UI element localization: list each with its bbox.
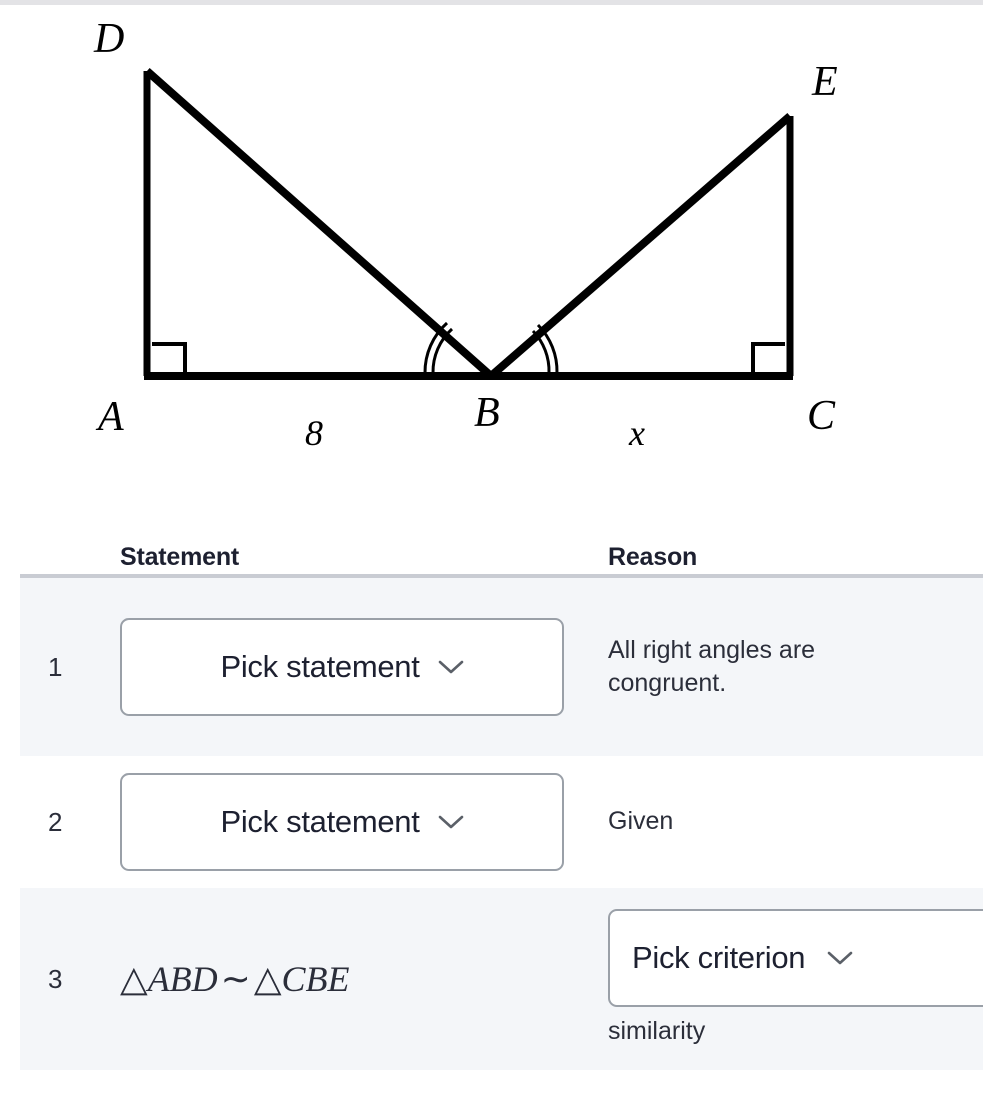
chevron-down-icon — [438, 814, 464, 830]
vertex-label-D: D — [93, 16, 124, 62]
pick-statement-dropdown-1-label: Pick statement — [220, 649, 420, 684]
reason-line: Given — [608, 807, 674, 836]
header-cell-statement: Statement — [120, 543, 240, 571]
geometry-figure: D E A B C 8 x — [0, 5, 983, 495]
similarity-statement: △ABD∼△CBE — [120, 958, 350, 1000]
table-header-row: Statement Reason — [20, 528, 983, 574]
reason-cell: Given — [608, 756, 983, 888]
reason-cell: Pick criterion similarity — [608, 888, 983, 1070]
table-row: 1 Pick statement All right angles are co… — [20, 578, 983, 756]
statement-cell: △ABD∼△CBE — [120, 888, 608, 1070]
side-length-AB: 8 — [305, 413, 323, 453]
right-angle-mark-C — [751, 342, 785, 375]
pick-statement-dropdown-1[interactable]: Pick statement — [120, 618, 564, 716]
table-row: 3 △ABD∼△CBE Pick criterion similarity — [20, 888, 983, 1070]
similar-symbol: ∼ — [220, 959, 251, 999]
geometry-figure-svg: D E A B C 8 x — [93, 16, 838, 453]
right-angle-mark-A — [152, 342, 187, 375]
pick-criterion-dropdown-label: Pick criterion — [632, 940, 806, 976]
triangle-name-2: CBE — [281, 959, 350, 999]
triangle-symbol-1: △ — [120, 959, 148, 999]
segment-BE — [488, 112, 793, 380]
triangle-symbol-2: △ — [253, 959, 282, 999]
vertex-label-B: B — [474, 390, 500, 436]
reason-cell: All right angles are congruent. — [608, 578, 983, 756]
row-number: 1 — [48, 651, 63, 682]
vertex-label-E: E — [811, 59, 838, 105]
side-length-BC: x — [628, 413, 645, 453]
table-row: 2 Pick statement Given — [20, 756, 983, 888]
header-cell-reason: Reason — [608, 543, 698, 571]
row-number: 2 — [48, 806, 63, 837]
pick-criterion-dropdown[interactable]: Pick criterion — [608, 909, 983, 1008]
vertex-label-A: A — [95, 394, 124, 440]
reason-suffix: similarity — [608, 1017, 706, 1046]
pick-statement-dropdown-2-label: Pick statement — [220, 804, 420, 839]
chevron-down-icon — [438, 659, 464, 675]
pick-statement-dropdown-2[interactable]: Pick statement — [120, 773, 564, 871]
reason-line: congruent. — [608, 669, 727, 697]
statement-cell: Pick statement — [120, 756, 608, 888]
vertex-label-C: C — [807, 393, 836, 439]
triangle-name-1: ABD — [147, 959, 218, 999]
reason-line: All right angles are — [608, 635, 816, 664]
statement-cell: Pick statement — [120, 578, 608, 756]
chevron-down-icon — [827, 950, 853, 966]
row-number: 3 — [48, 963, 63, 994]
proof-table: Statement Reason 1 Pick statement All ri… — [20, 528, 983, 1070]
